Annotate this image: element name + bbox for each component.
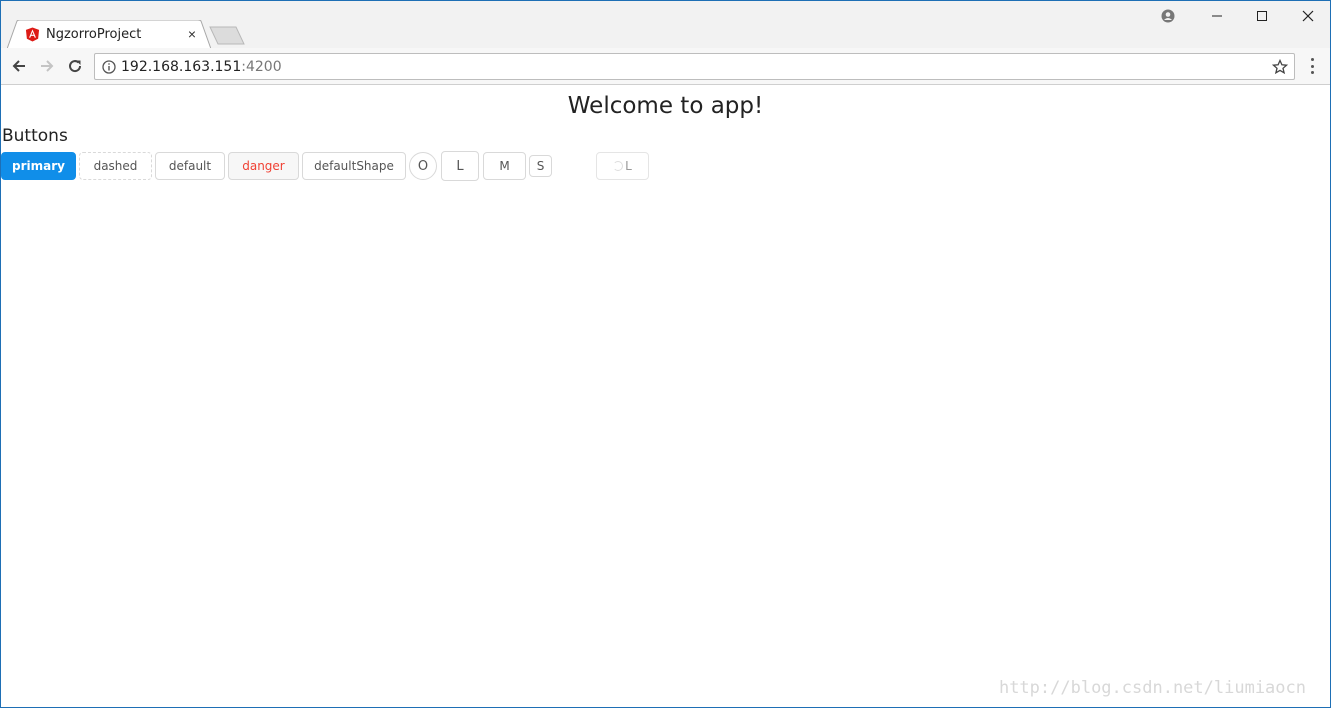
section-title-buttons: Buttons (2, 126, 68, 146)
star-icon[interactable] (1272, 59, 1288, 75)
danger-button[interactable]: danger (228, 152, 299, 180)
large-button[interactable]: L (441, 151, 479, 181)
close-icon[interactable] (1298, 7, 1318, 25)
default-button[interactable]: default (155, 152, 225, 180)
arrow-left-icon[interactable] (9, 56, 29, 76)
reload-icon[interactable] (65, 56, 85, 76)
url-text[interactable]: 192.168.163.151:4200 (121, 59, 282, 75)
angular-icon (25, 27, 40, 42)
tab-title: NgzorroProject (46, 27, 142, 42)
browser-toolbar: 192.168.163.151:4200 (1, 48, 1330, 85)
loading-button-label: L (625, 159, 632, 173)
circle-button[interactable]: O (409, 152, 437, 180)
dashed-button[interactable]: dashed (79, 152, 152, 180)
page-content: Welcome to app! Buttons primary dashed d… (1, 86, 1330, 707)
url-port: :4200 (241, 59, 282, 75)
primary-button[interactable]: primary (1, 152, 76, 180)
small-button[interactable]: S (529, 155, 552, 177)
tab-strip: NgzorroProject × (1, 1, 1330, 49)
loading-button[interactable]: L (596, 152, 649, 180)
info-icon[interactable] (102, 60, 116, 74)
url-host: 192.168.163.151 (121, 59, 242, 75)
watermark: http://blog.csdn.net/liumiaocn (998, 678, 1306, 698)
default-shape-button[interactable]: defaultShape (302, 152, 406, 180)
loading-spinner-icon (613, 161, 624, 171)
minimize-icon[interactable] (1207, 7, 1227, 25)
address-bar[interactable]: 192.168.163.151:4200 (94, 53, 1295, 80)
browser-window: NgzorroProject × 192.168.163.151:4200 We… (0, 0, 1331, 708)
maximize-icon[interactable] (1252, 7, 1272, 25)
page-title: Welcome to app! (567, 93, 764, 119)
kebab-menu-icon[interactable] (1304, 58, 1320, 74)
new-tab-button[interactable] (209, 26, 245, 45)
profile-icon[interactable] (1158, 7, 1178, 25)
arrow-right-icon[interactable] (37, 56, 57, 76)
tab-close-icon[interactable]: × (185, 27, 199, 41)
medium-button[interactable]: M (483, 152, 526, 180)
tab-ngzorro-project[interactable]: NgzorroProject × (7, 20, 211, 49)
